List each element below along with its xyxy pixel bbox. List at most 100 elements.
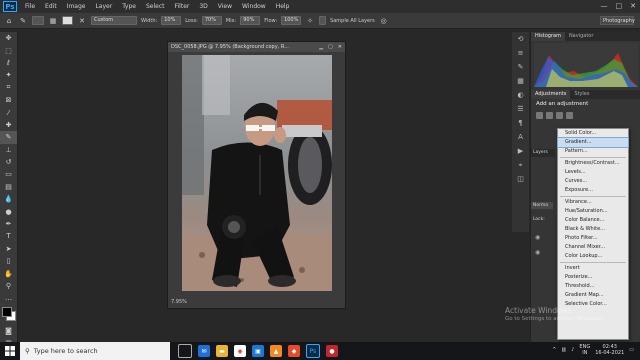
- menu-item-exposure[interactable]: Exposure...: [558, 186, 628, 195]
- chrome-icon[interactable]: ◉: [234, 345, 246, 357]
- pen-tool-icon[interactable]: ✒: [0, 218, 17, 230]
- menu-filter[interactable]: Filter: [170, 3, 195, 10]
- doc-minimize-icon[interactable]: ▁: [319, 44, 323, 50]
- eraser-tool-icon[interactable]: ▭: [0, 168, 17, 180]
- more-tools-icon[interactable]: …: [0, 292, 17, 304]
- character-panel-icon[interactable]: A: [512, 130, 529, 144]
- menu-item-photo-filter[interactable]: Photo Filter...: [558, 234, 628, 243]
- healing-brush-tool-icon[interactable]: ✚: [0, 119, 17, 131]
- menu-item-brightness-contrast[interactable]: Brightness/Contrast...: [558, 159, 628, 168]
- menu-file[interactable]: File: [20, 3, 40, 10]
- properties-panel-icon[interactable]: ≡: [512, 46, 529, 60]
- hand-tool-icon[interactable]: ✋: [0, 267, 17, 279]
- mode-select[interactable]: Custom: [91, 16, 137, 25]
- tab-layers[interactable]: Layers: [531, 149, 555, 157]
- channels-panel-icon[interactable]: ◫: [512, 172, 529, 186]
- menu-image[interactable]: Image: [62, 3, 91, 10]
- minimize-button[interactable]: —: [601, 2, 608, 10]
- notifications-icon[interactable]: ▭: [629, 347, 634, 353]
- exposure-icon[interactable]: [566, 112, 573, 119]
- menu-layer[interactable]: Layer: [90, 3, 117, 10]
- levels-icon[interactable]: [546, 112, 553, 119]
- close-button[interactable]: ✕: [630, 2, 636, 10]
- recorder-icon[interactable]: ●: [326, 345, 338, 357]
- clean-brush-icon[interactable]: ✕: [77, 16, 87, 26]
- menu-type[interactable]: Type: [117, 3, 141, 10]
- sample-all-layers-checkbox[interactable]: [319, 16, 327, 25]
- app-icon[interactable]: ◆: [288, 345, 300, 357]
- file-explorer-icon[interactable]: ▬: [216, 345, 228, 357]
- menu-item-solid-color[interactable]: Solid Color...: [558, 129, 628, 138]
- blend-mode-select[interactable]: Norma: [531, 202, 553, 209]
- curves-icon[interactable]: [556, 112, 563, 119]
- task-view-icon[interactable]: [178, 344, 192, 358]
- brush-size-picker[interactable]: [32, 16, 44, 25]
- history-panel-icon[interactable]: ⟲: [512, 32, 529, 46]
- menu-item-vibrance[interactable]: Vibrance...: [558, 198, 628, 207]
- gradient-tool-icon[interactable]: ▤: [0, 181, 17, 193]
- pressure-icon[interactable]: ◎: [379, 16, 389, 26]
- menu-item-black-white[interactable]: Black & White...: [558, 225, 628, 234]
- menu-3d[interactable]: 3D: [194, 3, 212, 10]
- taskbar-search-box[interactable]: ⚲ Type here to search: [20, 342, 170, 360]
- menu-item-channel-mixer[interactable]: Channel Mixer...: [558, 243, 628, 252]
- zoom-tool-icon[interactable]: ⚲: [0, 280, 17, 292]
- menu-item-levels[interactable]: Levels...: [558, 168, 628, 177]
- menu-item-color-balance[interactable]: Color Balance...: [558, 216, 628, 225]
- foreground-color-swatch[interactable]: [2, 306, 12, 317]
- start-button[interactable]: [0, 342, 20, 360]
- frame-tool-icon[interactable]: ⊠: [0, 94, 17, 106]
- tab-adjustments[interactable]: Adjustments: [531, 90, 571, 99]
- brush-panel-icon[interactable]: ✎: [512, 60, 529, 74]
- doc-maximize-icon[interactable]: ▢: [328, 44, 333, 50]
- menu-window[interactable]: Window: [237, 3, 271, 10]
- lasso-tool-icon[interactable]: ℓ: [0, 57, 17, 69]
- document-tab[interactable]: DSC_0058.JPG @ 7.95% (Background copy, R…: [168, 42, 345, 52]
- tab-histogram[interactable]: Histogram: [531, 32, 565, 41]
- home-icon[interactable]: ⌂: [4, 16, 14, 26]
- current-color-swatch[interactable]: [62, 16, 73, 25]
- layer-visibility-eye-icon[interactable]: ◉: [535, 234, 540, 241]
- move-tool-icon[interactable]: ✥: [0, 32, 17, 44]
- width-input[interactable]: 10%: [161, 16, 182, 25]
- menu-select[interactable]: Select: [141, 3, 170, 10]
- menu-item-hue-saturation[interactable]: Hue/Saturation...: [558, 207, 628, 216]
- flow-input[interactable]: 100%: [281, 16, 302, 25]
- clock[interactable]: 02:43 16-04-2021: [595, 344, 624, 356]
- quick-select-tool-icon[interactable]: ✦: [0, 69, 17, 81]
- blur-tool-icon[interactable]: 💧: [0, 193, 17, 205]
- network-icon[interactable]: ▥: [561, 347, 566, 353]
- crop-tool-icon[interactable]: ⌗: [0, 82, 17, 94]
- volume-icon[interactable]: ♪: [571, 347, 574, 353]
- photo-canvas[interactable]: [182, 55, 332, 291]
- brush-tool-icon[interactable]: ✎: [18, 16, 28, 26]
- menu-help[interactable]: Help: [271, 3, 295, 10]
- menu-view[interactable]: View: [213, 3, 237, 10]
- tray-chevron-icon[interactable]: ^: [552, 347, 556, 353]
- doc-close-icon[interactable]: ✕: [338, 44, 342, 50]
- airbrush-icon[interactable]: ✧: [305, 16, 315, 26]
- type-tool-icon[interactable]: T: [0, 230, 17, 242]
- mix-input[interactable]: 90%: [240, 16, 261, 25]
- color-panel-icon[interactable]: ◐: [512, 88, 529, 102]
- language-indicator[interactable]: ENG IN: [579, 344, 590, 356]
- paths-panel-icon[interactable]: ⌖: [512, 158, 529, 172]
- zoom-level[interactable]: 7.95%: [171, 299, 187, 305]
- actions-panel-icon[interactable]: ▶: [512, 144, 529, 158]
- layer-visibility-eye-icon[interactable]: ◉: [535, 249, 540, 256]
- tab-navigator[interactable]: Navigator: [565, 32, 597, 41]
- menu-item-gradient-map[interactable]: Gradient Map...: [558, 291, 628, 300]
- brush-settings-icon[interactable]: ▦: [48, 16, 58, 26]
- menu-item-threshold[interactable]: Threshold...: [558, 282, 628, 291]
- libraries-panel-icon[interactable]: ☰: [512, 102, 529, 116]
- paragraph-panel-icon[interactable]: ¶: [512, 116, 529, 130]
- menu-item-posterize[interactable]: Posterize...: [558, 273, 628, 282]
- color-swatches[interactable]: [0, 305, 17, 325]
- menu-item-gradient[interactable]: Gradient...: [557, 137, 629, 148]
- menu-item-color-lookup[interactable]: Color Lookup...: [558, 252, 628, 261]
- swatches-panel-icon[interactable]: ▦: [512, 74, 529, 88]
- dodge-tool-icon[interactable]: ●: [0, 205, 17, 217]
- photoshop-taskbar-icon[interactable]: Ps: [306, 344, 320, 358]
- maximize-button[interactable]: □: [616, 2, 623, 10]
- loss-input[interactable]: 70%: [201, 16, 222, 25]
